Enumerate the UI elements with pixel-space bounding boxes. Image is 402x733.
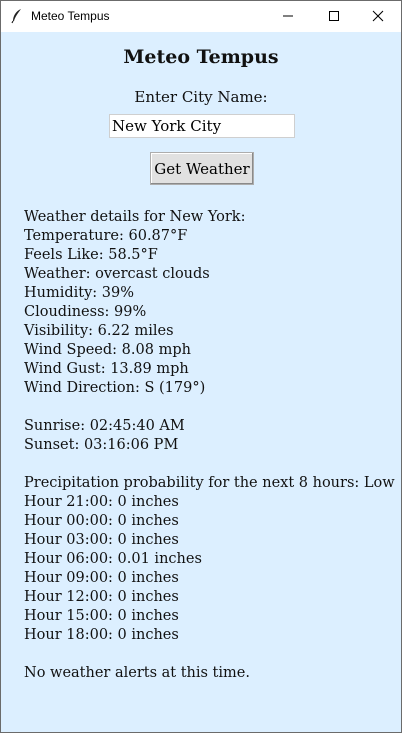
hour-forecast: Hour 12:00: 0 inches — [24, 589, 179, 605]
hour-forecast: Hour 21:00: 0 inches — [24, 494, 179, 510]
city-label: Enter City Name: — [134, 88, 268, 106]
cloudiness-text: Cloudiness: 99% — [24, 304, 147, 320]
app-window: Meteo Tempus Meteo Tempus Enter City Nam… — [0, 0, 402, 733]
weather-header: Weather details for New York: — [24, 209, 246, 225]
window-title: Meteo Tempus — [31, 9, 110, 23]
hour-forecast: Hour 03:00: 0 inches — [24, 532, 179, 548]
feels-like-text: Feels Like: 58.5°F — [24, 247, 158, 263]
alerts-text: No weather alerts at this time. — [24, 665, 250, 681]
weather-details: Weather details for New York: Temperatur… — [24, 208, 396, 683]
hour-forecast: Hour 06:00: 0.01 inches — [24, 551, 202, 567]
sunrise-text: Sunrise: 02:45:40 AM — [24, 418, 185, 434]
maximize-button[interactable] — [311, 1, 357, 32]
hour-forecast: Hour 18:00: 0 inches — [24, 627, 179, 643]
close-button[interactable] — [355, 1, 401, 32]
get-weather-button[interactable]: Get Weather — [150, 152, 254, 185]
minimize-button[interactable] — [265, 1, 311, 32]
app-title: Meteo Tempus — [123, 46, 279, 68]
feather-icon — [10, 8, 24, 24]
maximize-icon — [328, 7, 340, 26]
condition-text: Weather: overcast clouds — [24, 266, 210, 282]
wind-direction-text: Wind Direction: S (179°) — [24, 380, 206, 396]
close-icon — [372, 7, 384, 26]
humidity-text: Humidity: 39% — [24, 285, 135, 301]
precip-header: Precipitation probability for the next 8… — [24, 475, 395, 491]
hour-forecast: Hour 09:00: 0 inches — [24, 570, 179, 586]
wind-gust-text: Wind Gust: 13.89 mph — [24, 361, 189, 377]
wind-speed-text: Wind Speed: 8.08 mph — [24, 342, 191, 358]
city-input[interactable] — [109, 114, 295, 138]
client-area: Meteo Tempus Enter City Name: Get Weathe… — [1, 32, 401, 732]
title-bar[interactable]: Meteo Tempus — [1, 1, 401, 32]
temperature-text: Temperature: 60.87°F — [24, 228, 188, 244]
minimize-icon — [282, 7, 294, 26]
hour-forecast: Hour 15:00: 0 inches — [24, 608, 179, 624]
visibility-text: Visibility: 6.22 miles — [24, 323, 174, 339]
sunset-text: Sunset: 03:16:06 PM — [24, 437, 179, 453]
hour-forecast: Hour 00:00: 0 inches — [24, 513, 179, 529]
